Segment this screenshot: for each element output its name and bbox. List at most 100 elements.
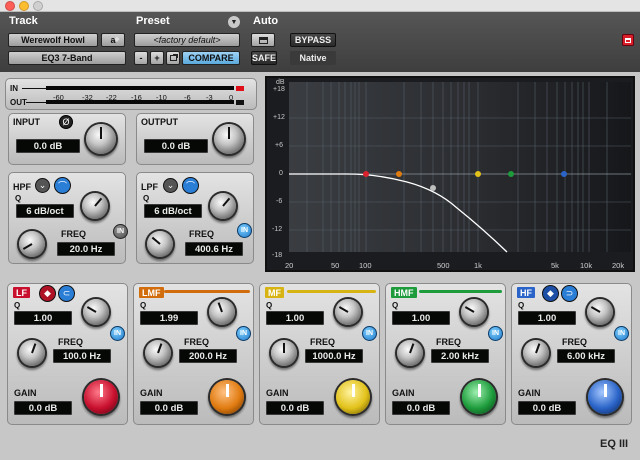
lmf-in-button[interactable]: IN (236, 326, 251, 341)
lmf-q-knob[interactable] (209, 299, 235, 325)
compare-button[interactable]: COMPARE (182, 51, 240, 65)
native-indicator: Native (290, 51, 336, 65)
hpf-shape-icon[interactable]: ⌒ (54, 177, 71, 194)
hpf-in-button[interactable]: IN (113, 224, 128, 239)
hf-type-shelf-icon[interactable]: ◆ (542, 285, 559, 302)
lmf-freq-knob[interactable] (145, 340, 171, 366)
lmf-band-node[interactable] (396, 171, 402, 177)
lf-type-shelf-icon[interactable]: ◆ (39, 285, 56, 302)
hf-q-knob[interactable] (587, 299, 613, 325)
eq-graph[interactable]: dB +18 +12 +6 0 -6 -12 -18 20 50 100 500… (265, 76, 635, 272)
lpf-q-display[interactable]: 6 dB/oct (144, 204, 202, 218)
hf-gain-display[interactable]: 0.0 dB (518, 401, 576, 415)
input-gain-knob[interactable] (86, 124, 116, 154)
automation-button[interactable] (251, 33, 275, 47)
lpf-shape-icon[interactable]: ⌒ (182, 177, 199, 194)
input-clip-indicator[interactable] (236, 86, 244, 91)
hmf-gain-display[interactable]: 0.0 dB (392, 401, 450, 415)
minimize-window-button[interactable] (19, 1, 29, 11)
mf-q-knob[interactable] (335, 299, 361, 325)
hf-freq-display[interactable]: 6.00 kHz (557, 349, 615, 363)
target-window-icon[interactable] (622, 34, 634, 46)
output-gain-display[interactable]: 0.0 dB (144, 139, 208, 153)
lpf-band-node[interactable] (430, 185, 436, 191)
mf-gain-display[interactable]: 0.0 dB (266, 401, 324, 415)
hmf-q-display[interactable]: 1.00 (392, 311, 450, 325)
hf-band-panel: HF ◆ ⊃ Q 1.00 IN FREQ 6.00 kHz GAIN 0.0 … (511, 283, 632, 425)
graph-db-unit-label: dB (276, 79, 285, 86)
lmf-band-label: LMF (139, 287, 164, 298)
lmf-gain-knob[interactable] (210, 380, 244, 414)
mf-freq-display[interactable]: 1000.0 Hz (305, 349, 363, 363)
previous-preset-button[interactable]: - (134, 51, 148, 65)
hf-q-display[interactable]: 1.00 (518, 311, 576, 325)
lf-q-display[interactable]: 1.00 (14, 311, 72, 325)
hmf-band-node[interactable] (508, 171, 514, 177)
preset-selector[interactable]: <factory default> (134, 33, 240, 47)
lf-q-knob[interactable] (83, 299, 109, 325)
mf-freq-label: FREQ (310, 337, 336, 347)
hf-gain-knob[interactable] (588, 380, 622, 414)
output-gain-knob[interactable] (214, 124, 244, 154)
lpf-slope-knob[interactable] (210, 193, 236, 219)
lf-gain-knob[interactable] (84, 380, 118, 414)
out-meter-label: OUT (10, 98, 27, 107)
lpf-label: LPF (141, 182, 158, 192)
mf-band-panel: MF Q 1.00 IN FREQ 1000.0 Hz GAIN 0.0 dB (259, 283, 380, 425)
output-level-meter (46, 100, 234, 104)
lpf-freq-label: FREQ (189, 229, 215, 239)
hmf-freq-knob[interactable] (397, 340, 423, 366)
lpf-slope-menu-icon[interactable]: ⌄ (163, 178, 178, 193)
lpf-freq-knob[interactable] (147, 231, 173, 257)
copy-settings-button[interactable] (166, 51, 180, 65)
mf-q-display[interactable]: 1.00 (266, 311, 324, 325)
track-label: Track (9, 15, 38, 27)
in-meter-arrow (22, 88, 46, 89)
hpf-slope-knob[interactable] (82, 193, 108, 219)
close-window-button[interactable] (5, 1, 15, 11)
hf-in-button[interactable]: IN (614, 326, 629, 341)
lf-band-panel: LF ◆ ⊂ Q 1.00 IN FREQ 100.0 Hz GAIN 0.0 … (7, 283, 128, 425)
plugin-selector[interactable]: EQ3 7-Band (8, 51, 126, 65)
track-selector[interactable]: Werewolf Howl (8, 33, 98, 47)
lf-gain-display[interactable]: 0.0 dB (14, 401, 72, 415)
mf-gain-knob[interactable] (336, 380, 370, 414)
hf-freq-knob[interactable] (523, 340, 549, 366)
lf-freq-knob[interactable] (19, 340, 45, 366)
mf-in-button[interactable]: IN (362, 326, 377, 341)
lf-band-node[interactable] (363, 171, 369, 177)
hmf-in-button[interactable]: IN (488, 326, 503, 341)
mf-freq-knob[interactable] (271, 340, 297, 366)
lpf-freq-display[interactable]: 400.6 Hz (185, 242, 243, 256)
mf-band-node[interactable] (475, 171, 481, 177)
preset-menu-arrow-icon[interactable]: ▼ (228, 16, 240, 28)
safe-button[interactable]: SAFE (251, 51, 277, 65)
next-preset-button[interactable]: + (150, 51, 164, 65)
hmf-gain-knob[interactable] (462, 380, 496, 414)
lmf-gain-display[interactable]: 0.0 dB (140, 401, 198, 415)
hpf-freq-display[interactable]: 20.0 Hz (57, 242, 115, 256)
lf-freq-display[interactable]: 100.0 Hz (53, 349, 111, 363)
hpf-slope-menu-icon[interactable]: ⌄ (35, 178, 50, 193)
hpf-freq-knob[interactable] (19, 231, 45, 257)
hf-shape-peak-icon[interactable]: ⊃ (561, 285, 578, 302)
lpf-panel: LPF ⌄ ⌒ Q 6 dB/oct FREQ 400.6 Hz IN (136, 172, 254, 264)
zoom-window-button[interactable] (33, 1, 43, 11)
hf-band-node[interactable] (561, 171, 567, 177)
lpf-in-button[interactable]: IN (237, 223, 252, 238)
phase-invert-button[interactable]: Ø (59, 115, 73, 129)
lf-shape-peak-icon[interactable]: ⊂ (58, 285, 75, 302)
eq-curve-display (289, 82, 631, 253)
output-clip-indicator[interactable] (236, 100, 244, 105)
hmf-freq-display[interactable]: 2.00 kHz (431, 349, 489, 363)
in-meter-label: IN (10, 84, 18, 93)
track-menu-arrow-icon[interactable]: ◆ (111, 33, 123, 45)
hf-freq-label: FREQ (562, 337, 588, 347)
bypass-button[interactable]: BYPASS (290, 33, 336, 47)
lf-in-button[interactable]: IN (110, 326, 125, 341)
lmf-freq-display[interactable]: 200.0 Hz (179, 349, 237, 363)
lmf-q-display[interactable]: 1.99 (140, 311, 198, 325)
hmf-q-knob[interactable] (461, 299, 487, 325)
hpf-q-display[interactable]: 6 dB/oct (16, 204, 74, 218)
input-gain-display[interactable]: 0.0 dB (16, 139, 80, 153)
